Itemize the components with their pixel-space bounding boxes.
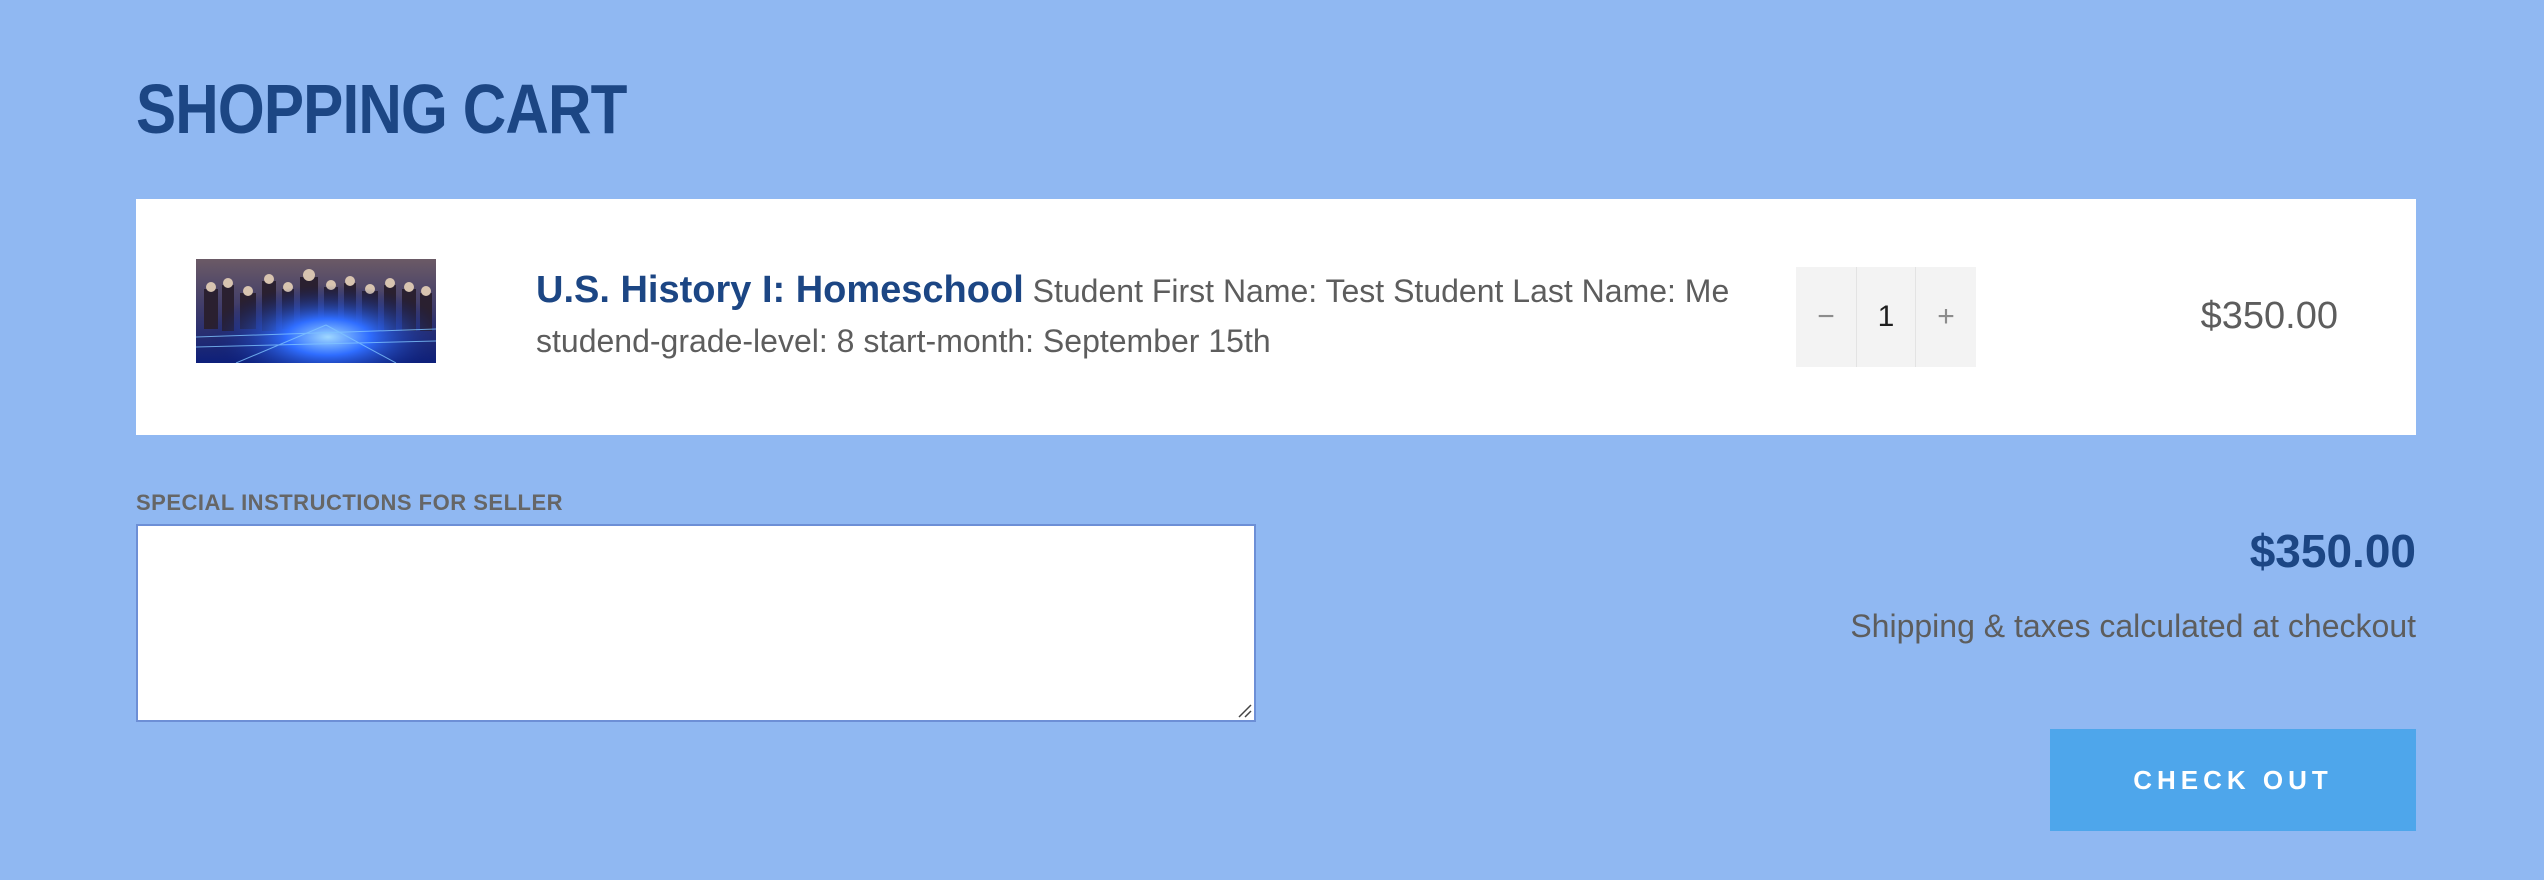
cart-item-row: U.S. History I: Homeschool Student First…: [136, 199, 2416, 435]
shipping-note: Shipping & taxes calculated at checkout: [1850, 608, 2416, 644]
cart-subtotal: $350.00: [2249, 525, 2416, 577]
quantity-value[interactable]: 1: [1856, 267, 1916, 367]
instructions-label: SPECIAL INSTRUCTIONS FOR SELLER: [136, 490, 564, 515]
product-thumbnail[interactable]: [196, 259, 436, 363]
decrease-quantity-button[interactable]: −: [1796, 267, 1856, 367]
cart-page: SHOPPING CART U.S. History I: Homeschool…: [0, 0, 2544, 880]
item-details: U.S. History I: Homeschool Student First…: [536, 265, 1856, 366]
line-item-price: $350.00: [2200, 295, 2338, 337]
checkout-button[interactable]: CHECK OUT: [2050, 729, 2416, 831]
product-image: [196, 259, 436, 363]
increase-quantity-button[interactable]: +: [1916, 267, 1976, 367]
item-title-link[interactable]: U.S. History I: Homeschool: [536, 269, 1024, 311]
special-instructions-textarea[interactable]: [136, 524, 1256, 722]
resize-grip-icon[interactable]: [1236, 702, 1252, 718]
page-title: SHOPPING CART: [136, 70, 627, 148]
quantity-stepper: − 1 +: [1796, 267, 1976, 367]
